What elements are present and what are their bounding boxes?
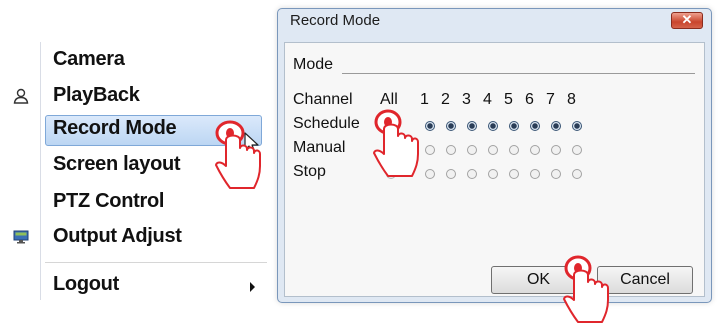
menu-item-label: PTZ Control bbox=[53, 190, 165, 212]
stop-ch6-radio[interactable] bbox=[530, 169, 540, 179]
close-icon: ✕ bbox=[681, 12, 693, 27]
channel-header-label: Channel bbox=[293, 91, 353, 108]
stop-ch2-radio[interactable] bbox=[446, 169, 456, 179]
schedule-ch2-radio[interactable] bbox=[446, 121, 456, 131]
manual-ch4-radio[interactable] bbox=[488, 145, 498, 155]
manual-ch2-radio[interactable] bbox=[446, 145, 456, 155]
manual-ch5-radio[interactable] bbox=[509, 145, 519, 155]
cancel-button-label: Cancel bbox=[620, 271, 670, 288]
menu-item-label: Record Mode bbox=[53, 117, 177, 139]
schedule-ch4-radio[interactable] bbox=[488, 121, 498, 131]
stop-ch4-radio[interactable] bbox=[488, 169, 498, 179]
schedule-ch6-radio[interactable] bbox=[530, 121, 540, 131]
menu-item-logout[interactable]: Logout bbox=[4, 271, 267, 302]
manual-ch6-radio[interactable] bbox=[530, 145, 540, 155]
menu-item-label: Output Adjust bbox=[53, 225, 182, 247]
dialog-content: Mode Channel All 1 2 3 4 5 6 7 8 Schedul… bbox=[284, 42, 705, 297]
schedule-row-label: Schedule bbox=[293, 115, 360, 132]
person-icon bbox=[12, 87, 30, 105]
manual-row-label: Manual bbox=[293, 139, 346, 156]
manual-ch3-radio[interactable] bbox=[467, 145, 477, 155]
menu-item-label: Logout bbox=[53, 273, 119, 295]
manual-ch7-radio[interactable] bbox=[551, 145, 561, 155]
cancel-button[interactable]: Cancel bbox=[597, 266, 693, 294]
submenu-arrow-icon bbox=[250, 282, 255, 292]
menu-item-label: Screen layout bbox=[53, 153, 181, 175]
stop-all-radio[interactable] bbox=[386, 169, 396, 179]
schedule-all-radio[interactable] bbox=[386, 121, 396, 131]
stop-ch1-radio[interactable] bbox=[425, 169, 435, 179]
menu-item-ptz-control[interactable]: PTZ Control bbox=[4, 188, 267, 219]
manual-all-radio[interactable] bbox=[386, 145, 396, 155]
menu-item-record-mode[interactable]: Record Mode bbox=[4, 115, 267, 146]
schedule-ch7-radio[interactable] bbox=[551, 121, 561, 131]
stop-ch8-radio[interactable] bbox=[572, 169, 582, 179]
dialog-titlebar[interactable]: Record Mode ✕ bbox=[278, 9, 711, 35]
ok-button-label: OK bbox=[526, 271, 551, 288]
menu-item-screen-layout[interactable]: Screen layout bbox=[4, 151, 267, 182]
close-button[interactable]: ✕ bbox=[671, 12, 703, 29]
channel-header-8: 8 bbox=[567, 91, 576, 108]
menu-separator bbox=[45, 262, 267, 263]
schedule-ch5-radio[interactable] bbox=[509, 121, 519, 131]
menu-item-label: PlayBack bbox=[53, 84, 140, 106]
schedule-ch3-radio[interactable] bbox=[467, 121, 477, 131]
channel-header-2: 2 bbox=[441, 91, 450, 108]
channel-header-6: 6 bbox=[525, 91, 534, 108]
menu-item-camera[interactable]: Camera bbox=[4, 46, 267, 77]
menu-item-output-adjust[interactable]: Output Adjust bbox=[4, 223, 267, 254]
manual-ch1-radio[interactable] bbox=[425, 145, 435, 155]
menu-item-label: Camera bbox=[53, 48, 125, 70]
schedule-ch8-radio[interactable] bbox=[572, 121, 582, 131]
stop-row-label: Stop bbox=[293, 163, 326, 180]
ok-button[interactable]: OK bbox=[491, 266, 586, 294]
manual-ch8-radio[interactable] bbox=[572, 145, 582, 155]
stop-ch3-radio[interactable] bbox=[467, 169, 477, 179]
record-mode-dialog: Record Mode ✕ Mode Channel All 1 2 3 4 5… bbox=[277, 8, 712, 303]
channel-header-all: All bbox=[380, 91, 398, 108]
dialog-title: Record Mode bbox=[290, 12, 381, 29]
context-menu: Camera PlayBack Record Mode Screen layou… bbox=[4, 42, 267, 300]
group-divider bbox=[342, 73, 695, 74]
channel-header-1: 1 bbox=[420, 91, 429, 108]
stop-ch7-radio[interactable] bbox=[551, 169, 561, 179]
channel-header-7: 7 bbox=[546, 91, 555, 108]
channel-header-5: 5 bbox=[504, 91, 513, 108]
menu-item-playback[interactable]: PlayBack bbox=[4, 82, 267, 113]
channel-header-3: 3 bbox=[462, 91, 471, 108]
mode-group-label: Mode bbox=[293, 56, 334, 73]
channel-header-4: 4 bbox=[483, 91, 492, 108]
schedule-ch1-radio[interactable] bbox=[425, 121, 435, 131]
stop-ch5-radio[interactable] bbox=[509, 169, 519, 179]
monitor-icon bbox=[12, 228, 30, 246]
